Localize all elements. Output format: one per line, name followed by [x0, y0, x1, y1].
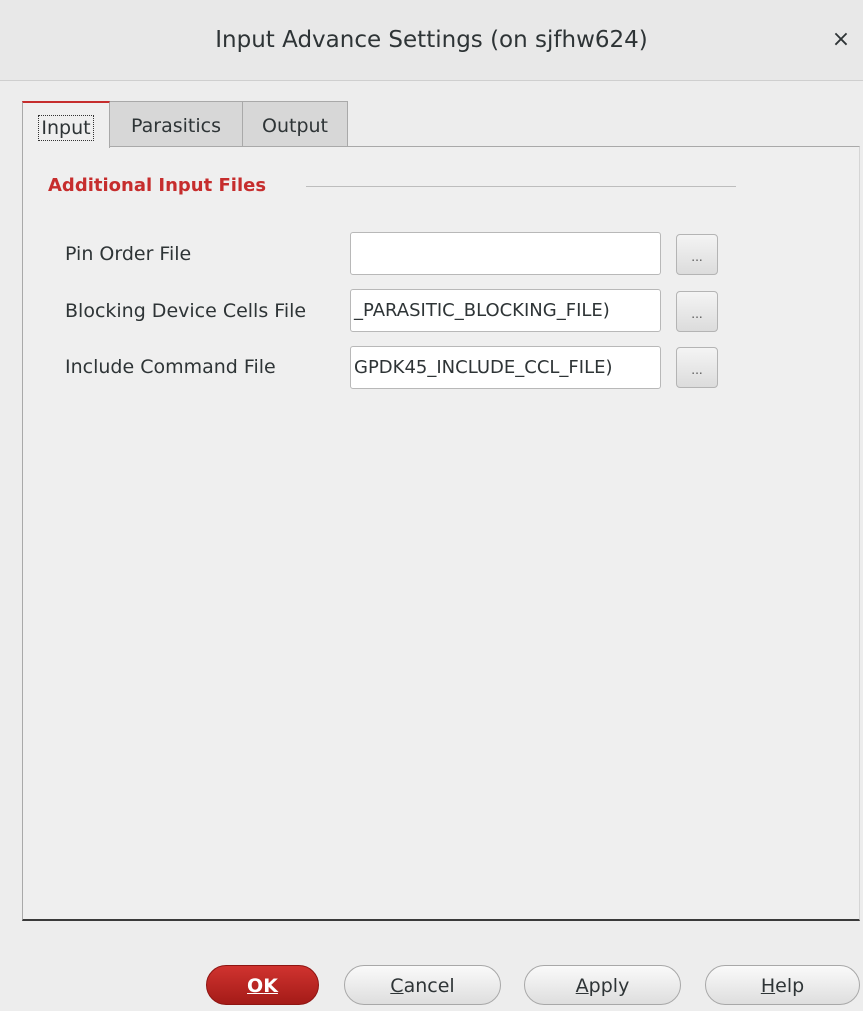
- tab-input[interactable]: Input: [22, 101, 110, 148]
- tab-panel-input: Additional Input Files Pin Order File ..…: [22, 146, 860, 921]
- close-icon[interactable]: ×: [831, 29, 851, 51]
- pin-order-file-label: Pin Order File: [65, 243, 192, 265]
- apply-button-mnemonic: A: [575, 975, 589, 997]
- pin-order-file-field[interactable]: [350, 232, 661, 275]
- blocking-device-cells-file-label: Blocking Device Cells File: [65, 300, 307, 322]
- tab-input-label: Input: [38, 115, 94, 141]
- dialog-window: Input Advance Settings (on sjfhw624) × I…: [0, 0, 863, 1011]
- include-command-file-browse-button[interactable]: ...: [676, 347, 718, 388]
- section-title: Additional Input Files: [48, 175, 267, 196]
- include-command-file-label: Include Command File: [65, 356, 276, 378]
- help-button[interactable]: Help: [705, 965, 860, 1005]
- title-bar[interactable]: Input Advance Settings (on sjfhw624) ×: [0, 0, 863, 81]
- cancel-button[interactable]: Cancel: [344, 965, 501, 1005]
- blocking-device-cells-file-browse-button[interactable]: ...: [676, 291, 718, 332]
- cancel-button-label: ancel: [403, 975, 455, 997]
- blocking-device-cells-file-field[interactable]: _PARASITIC_BLOCKING_FILE): [350, 289, 661, 332]
- help-button-mnemonic: H: [760, 975, 776, 997]
- help-button-label: elp: [775, 975, 805, 997]
- tab-output-label: Output: [262, 115, 328, 137]
- tab-parasitics-label: Parasitics: [131, 115, 221, 137]
- tab-output[interactable]: Output: [242, 101, 348, 146]
- apply-button-label: pply: [588, 975, 630, 997]
- pin-order-file-browse-button[interactable]: ...: [676, 234, 718, 275]
- dialog-title: Input Advance Settings (on sjfhw624): [215, 27, 648, 53]
- ok-button[interactable]: OK: [206, 965, 319, 1005]
- tab-parasitics[interactable]: Parasitics: [109, 101, 243, 146]
- section-divider: [306, 186, 736, 187]
- include-command-file-field[interactable]: GPDK45_INCLUDE_CCL_FILE): [350, 346, 661, 389]
- apply-button[interactable]: Apply: [524, 965, 681, 1005]
- ok-button-mnemonic: O: [247, 975, 264, 997]
- cancel-button-mnemonic: C: [390, 975, 404, 997]
- ok-button-label: K: [263, 975, 278, 997]
